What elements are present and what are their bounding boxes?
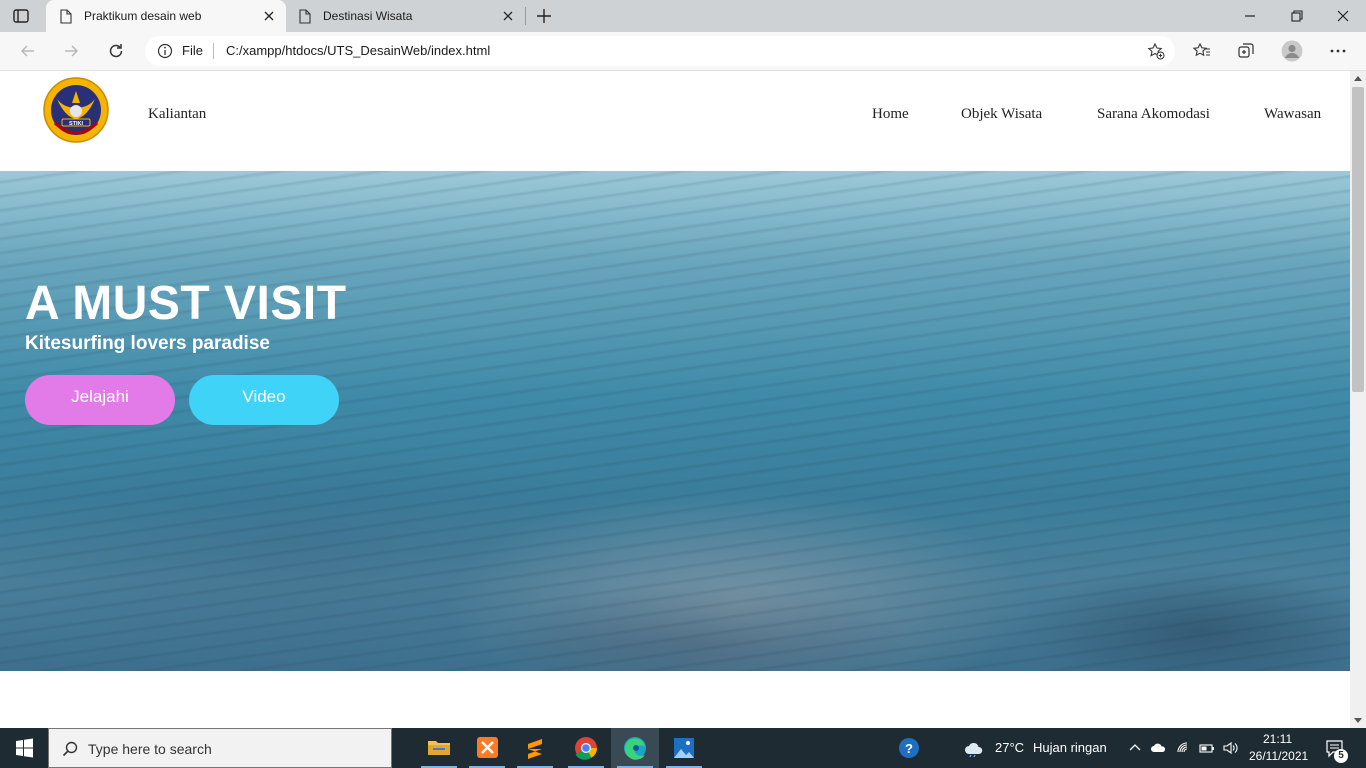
windows-start-icon[interactable] <box>0 728 48 768</box>
tab-title: Destinasi Wisata <box>323 9 413 23</box>
clock-time[interactable]: 21:11 <box>1263 732 1292 746</box>
taskbar-xampp[interactable] <box>463 728 511 768</box>
tab-actions-icon[interactable] <box>12 7 30 25</box>
hero-title: A MUST VISIT <box>25 277 347 330</box>
site-header: STIKI Kaliantan Home Objek Wisata Sarana… <box>0 71 1350 171</box>
close-icon[interactable] <box>501 9 515 23</box>
forward-icon[interactable] <box>61 41 81 61</box>
address-divider <box>213 43 214 59</box>
close-icon[interactable] <box>262 9 276 23</box>
hero-subtitle: Kitesurfing lovers paradise <box>25 333 270 354</box>
tab-title: Praktikum desain web <box>84 9 202 23</box>
chevron-up-icon[interactable] <box>1126 739 1144 757</box>
weather-cloud-icon[interactable] <box>963 739 985 757</box>
volume-icon[interactable] <box>1221 739 1239 757</box>
search-placeholder: Type here to search <box>88 741 212 757</box>
taskbar-chrome[interactable] <box>562 728 610 768</box>
search-icon <box>62 741 78 757</box>
page-viewport: STIKI Kaliantan Home Objek Wisata Sarana… <box>0 71 1350 728</box>
nav-home[interactable]: Home <box>872 106 909 123</box>
explore-button[interactable]: Jelajahi <box>25 375 175 425</box>
taskbar-search-box[interactable]: Type here to search <box>48 728 392 768</box>
windows-taskbar: Type here to search ? 27°C Hujan ringan … <box>0 728 1366 768</box>
browser-toolbar: File C:/xampp/htdocs/UTS_DesainWeb/index… <box>0 32 1366 71</box>
new-tab-icon[interactable] <box>535 7 553 25</box>
photos-icon <box>674 738 694 758</box>
minimize-icon[interactable] <box>1240 6 1260 26</box>
info-icon[interactable] <box>157 43 173 59</box>
scroll-up-arrow-icon[interactable] <box>1354 75 1362 81</box>
refresh-icon[interactable] <box>106 41 126 61</box>
page-scrollbar[interactable] <box>1350 71 1366 728</box>
profile-avatar-icon[interactable] <box>1281 40 1303 62</box>
more-menu-icon[interactable] <box>1328 41 1348 61</box>
notification-count: 5 <box>1338 750 1344 761</box>
taskbar-file-explorer[interactable] <box>415 728 463 768</box>
clock-date[interactable]: 26/11/2021 <box>1249 749 1308 763</box>
favorites-icon[interactable] <box>1192 41 1212 61</box>
weather-description[interactable]: Hujan ringan <box>1033 740 1107 755</box>
edge-icon <box>624 737 646 760</box>
chrome-icon <box>575 737 598 760</box>
onedrive-cloud-icon[interactable] <box>1150 739 1168 757</box>
back-icon[interactable] <box>18 41 38 61</box>
hero-banner: A MUST VISIT Kitesurfing lovers paradise… <box>0 171 1350 671</box>
url-text[interactable]: C:/xampp/htdocs/UTS_DesainWeb/index.html <box>226 43 490 58</box>
weather-temperature[interactable]: 27°C <box>995 740 1024 755</box>
scroll-down-arrow-icon[interactable] <box>1354 718 1362 724</box>
video-button[interactable]: Video <box>189 375 339 425</box>
taskbar-edge[interactable] <box>611 728 659 768</box>
tab-destinasi[interactable]: Destinasi Wisata <box>287 0 525 32</box>
xampp-icon <box>477 737 498 758</box>
collections-icon[interactable] <box>1236 41 1256 61</box>
browser-tab-bar: Praktikum desain web Destinasi Wisata <box>0 0 1366 32</box>
help-icon[interactable]: ? <box>898 737 920 759</box>
folder-icon <box>428 741 450 755</box>
wifi-icon[interactable] <box>1175 739 1193 757</box>
sublime-text-icon <box>528 739 542 759</box>
svg-text:?: ? <box>905 741 913 756</box>
add-favorite-icon[interactable] <box>1147 42 1165 60</box>
taskbar-photos[interactable] <box>660 728 708 768</box>
scheme-label: File <box>182 43 203 58</box>
nav-sarana-akomodasi[interactable]: Sarana Akomodasi <box>1097 106 1210 123</box>
address-bar[interactable]: File C:/xampp/htdocs/UTS_DesainWeb/index… <box>145 36 1175 66</box>
scroll-thumb[interactable] <box>1352 87 1364 392</box>
svg-text:STIKI: STIKI <box>69 121 84 127</box>
nav-objek-wisata[interactable]: Objek Wisata <box>961 106 1042 123</box>
nav-wawasan[interactable]: Wawasan <box>1264 106 1321 123</box>
page-icon <box>299 9 311 24</box>
taskbar-sublime[interactable] <box>511 728 559 768</box>
window-close-icon[interactable] <box>1333 6 1353 26</box>
stiki-logo[interactable]: STIKI <box>43 77 109 143</box>
battery-icon[interactable] <box>1198 739 1216 757</box>
page-icon <box>60 9 72 24</box>
tab-praktikum[interactable]: Praktikum desain web <box>46 0 286 32</box>
restore-icon[interactable] <box>1287 6 1307 26</box>
tab-separator <box>525 7 526 25</box>
notification-badge: 5 <box>1334 749 1348 763</box>
brand-name[interactable]: Kaliantan <box>148 106 206 123</box>
